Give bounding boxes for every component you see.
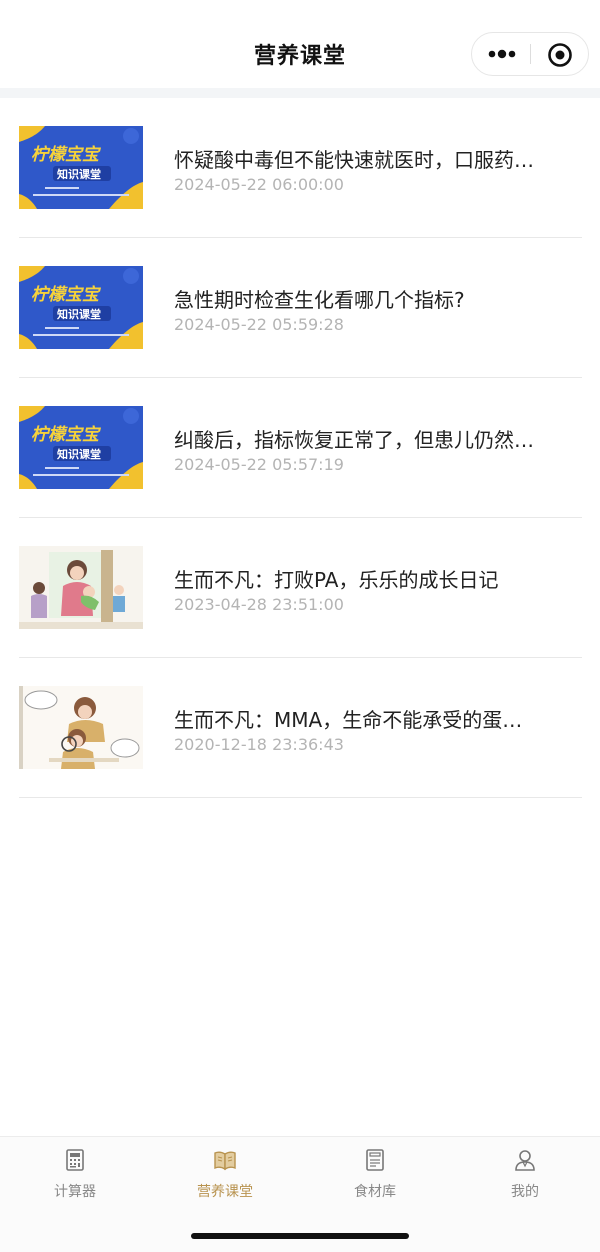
header-divider-band bbox=[0, 88, 600, 98]
lemon-baby-banner-image: 柠檬宝宝 知识课堂 bbox=[19, 406, 143, 489]
more-dots-icon bbox=[488, 49, 516, 59]
article-date: 2024-05-22 06:00:00 bbox=[174, 175, 344, 194]
nav-header: 营养课堂 bbox=[0, 0, 600, 88]
svg-text:知识课堂: 知识课堂 bbox=[56, 167, 101, 181]
article-item[interactable]: 柠檬宝宝 知识课堂 怀疑酸中毒但不能快速就医时，口服药… 2024-05-22 … bbox=[19, 98, 582, 238]
article-date: 2024-05-22 05:59:28 bbox=[174, 315, 344, 334]
article-item[interactable]: 柠檬宝宝 知识课堂 纠酸后，指标恢复正常了，但患儿仍然… 2024-05-22 … bbox=[19, 378, 582, 518]
article-date: 2023-04-28 23:51:00 bbox=[174, 595, 344, 614]
article-thumbnail: 柠檬宝宝 知识课堂 bbox=[19, 126, 143, 209]
tab-label: 我的 bbox=[511, 1184, 539, 1200]
close-mini-program-button[interactable] bbox=[547, 42, 573, 68]
article-title: 怀疑酸中毒但不能快速就医时，口服药… bbox=[174, 148, 534, 172]
tab-profile[interactable]: 我的 bbox=[450, 1147, 600, 1207]
calculator-icon bbox=[66, 1149, 84, 1171]
svg-text:知识课堂: 知识课堂 bbox=[56, 307, 101, 321]
svg-text:柠檬宝宝: 柠檬宝宝 bbox=[31, 285, 102, 305]
article-title: 纠酸后，指标恢复正常了，但患儿仍然… bbox=[174, 428, 534, 452]
article-thumbnail bbox=[19, 546, 143, 629]
page: 营养课堂 柠檬宝宝 知识课堂 怀疑酸中毒但不能快速就医时，口服药… 2024-0… bbox=[0, 0, 600, 1252]
ingredients-icon bbox=[366, 1149, 384, 1171]
article-thumbnail: 柠檬宝宝 知识课堂 bbox=[19, 406, 143, 489]
article-thumbnail bbox=[19, 686, 143, 769]
lemon-baby-banner-image: 柠檬宝宝 知识课堂 bbox=[19, 126, 143, 209]
article-item[interactable]: 生而不凡：MMA，生命不能承受的蛋… 2020-12-18 23:36:43 bbox=[19, 658, 582, 798]
article-title: 生而不凡：打败PA，乐乐的成长日记 bbox=[174, 568, 499, 592]
article-date: 2024-05-22 05:57:19 bbox=[174, 455, 344, 474]
book-icon bbox=[214, 1151, 236, 1171]
family-illustration-image bbox=[19, 546, 143, 629]
mini-program-capsule bbox=[471, 32, 589, 76]
tab-nutrition-class[interactable]: 营养课堂 bbox=[150, 1147, 300, 1207]
article-list: 柠檬宝宝 知识课堂 怀疑酸中毒但不能快速就医时，口服药… 2024-05-22 … bbox=[19, 98, 582, 798]
tab-ingredients[interactable]: 食材库 bbox=[300, 1147, 450, 1207]
article-thumbnail: 柠檬宝宝 知识课堂 bbox=[19, 266, 143, 349]
capsule-divider bbox=[530, 44, 531, 64]
tab-label: 营养课堂 bbox=[197, 1184, 253, 1200]
article-item[interactable]: 生而不凡：打败PA，乐乐的成长日记 2023-04-28 23:51:00 bbox=[19, 518, 582, 658]
svg-text:柠檬宝宝: 柠檬宝宝 bbox=[31, 425, 102, 445]
more-options-button[interactable] bbox=[486, 41, 518, 67]
article-date: 2020-12-18 23:36:43 bbox=[174, 735, 344, 754]
article-item[interactable]: 柠檬宝宝 知识课堂 急性期时检查生化看哪几个指标? 2024-05-22 05:… bbox=[19, 238, 582, 378]
lemon-baby-banner-image: 柠檬宝宝 知识课堂 bbox=[19, 266, 143, 349]
doctor-illustration-image bbox=[19, 686, 143, 769]
article-title: 生而不凡：MMA，生命不能承受的蛋… bbox=[174, 708, 523, 732]
tab-label: 食材库 bbox=[354, 1184, 396, 1200]
article-title: 急性期时检查生化看哪几个指标? bbox=[174, 288, 465, 312]
target-close-icon bbox=[548, 43, 572, 67]
tab-calculator[interactable]: 计算器 bbox=[0, 1147, 150, 1207]
svg-text:知识课堂: 知识课堂 bbox=[56, 447, 101, 461]
tab-label: 计算器 bbox=[54, 1184, 96, 1200]
user-icon bbox=[515, 1150, 535, 1171]
svg-text:柠檬宝宝: 柠檬宝宝 bbox=[31, 145, 102, 165]
home-indicator bbox=[191, 1233, 409, 1239]
